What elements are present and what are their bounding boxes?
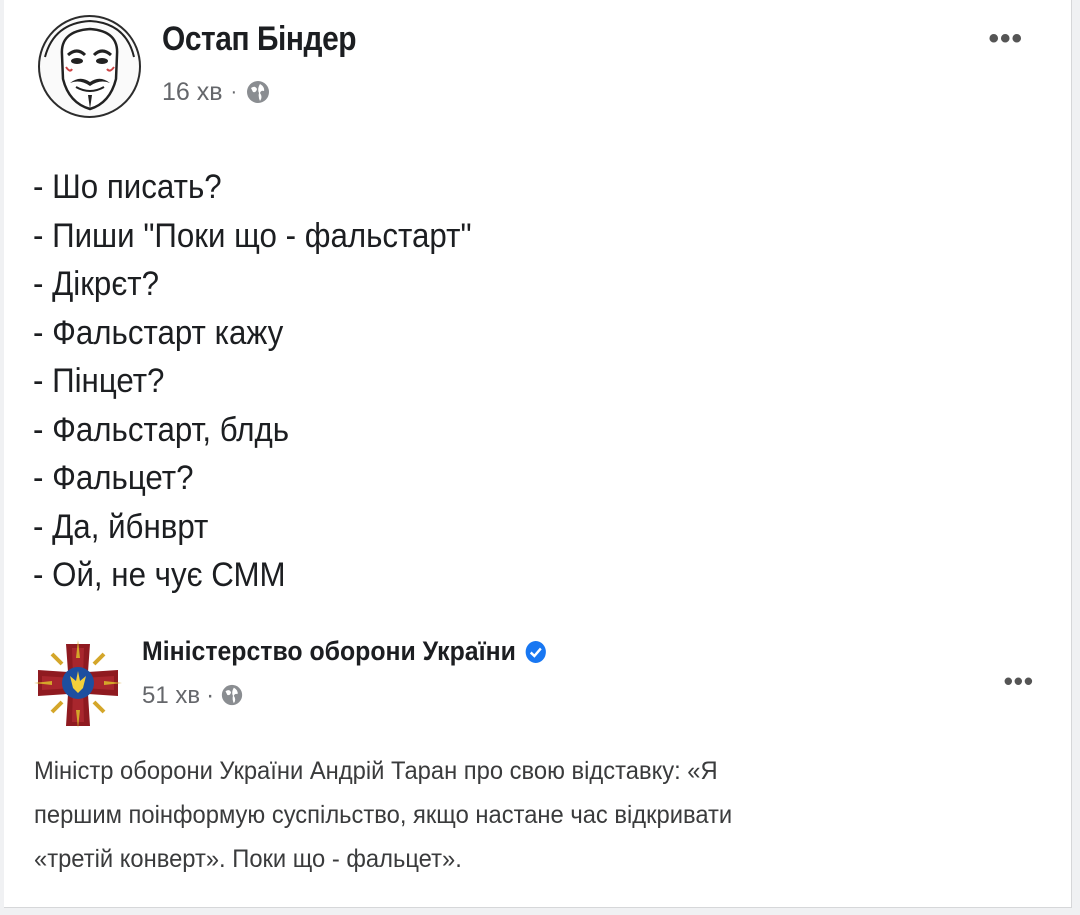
more-options-button[interactable]: ••• (988, 24, 1023, 54)
post-line: - Ой, не чує СММ (33, 556, 286, 594)
globe-icon (220, 683, 246, 709)
post-line: - Да, йбнврт (33, 507, 209, 546)
post-line: - Фальстарт кажу (33, 313, 284, 352)
post-meta: 16 хв · (162, 75, 271, 109)
shared-post-line: першим поінформую суспільство, якщо наст… (34, 801, 733, 829)
shared-post-line: Міністр оборони України Андрій Таран про… (34, 757, 718, 785)
post-line: - Шо писать? (33, 168, 222, 206)
post-line: - Пиши "Поки що - фальстарт" (33, 216, 472, 255)
ministry-emblem-icon[interactable] (32, 638, 124, 730)
post-line: - Пінцет? (33, 362, 165, 400)
post-text: - Шо писать? - Пиши "Поки що - фальстарт… (33, 163, 472, 600)
shared-more-options-button[interactable]: ••• (1004, 666, 1034, 697)
guy-fawkes-mask-icon (44, 19, 135, 111)
author-name[interactable]: Остап Біндер (162, 20, 357, 59)
shared-post-meta: 51 хв · (142, 682, 246, 710)
meta-separator: · (230, 80, 238, 103)
shared-post-line: «третій конверт». Поки що - фальцет». (34, 845, 462, 873)
facebook-post-card: Остап Біндер 16 хв · ••• - Шо писать? - … (4, 0, 1072, 908)
verified-badge-icon (525, 640, 547, 664)
post-line: - Фальстарт, блдь (33, 410, 290, 449)
meta-separator: · (206, 682, 215, 709)
post-timestamp[interactable]: 16 хв (162, 78, 223, 107)
shared-author-label: Міністерство оборони України (142, 636, 516, 666)
post-line: - Дікрєт? (33, 265, 160, 303)
shared-post-timestamp[interactable]: 51 хв (142, 682, 200, 710)
shared-post-text: Міністр оборони України Андрій Таран про… (34, 749, 994, 881)
globe-icon (245, 79, 271, 105)
author-avatar[interactable] (38, 15, 141, 118)
shared-author-name[interactable]: Міністерство оборони України (142, 636, 547, 667)
post-line: - Фальцет? (33, 459, 194, 497)
shared-post-screenshot: Міністерство оборони України 51 хв · •••… (4, 606, 1070, 906)
